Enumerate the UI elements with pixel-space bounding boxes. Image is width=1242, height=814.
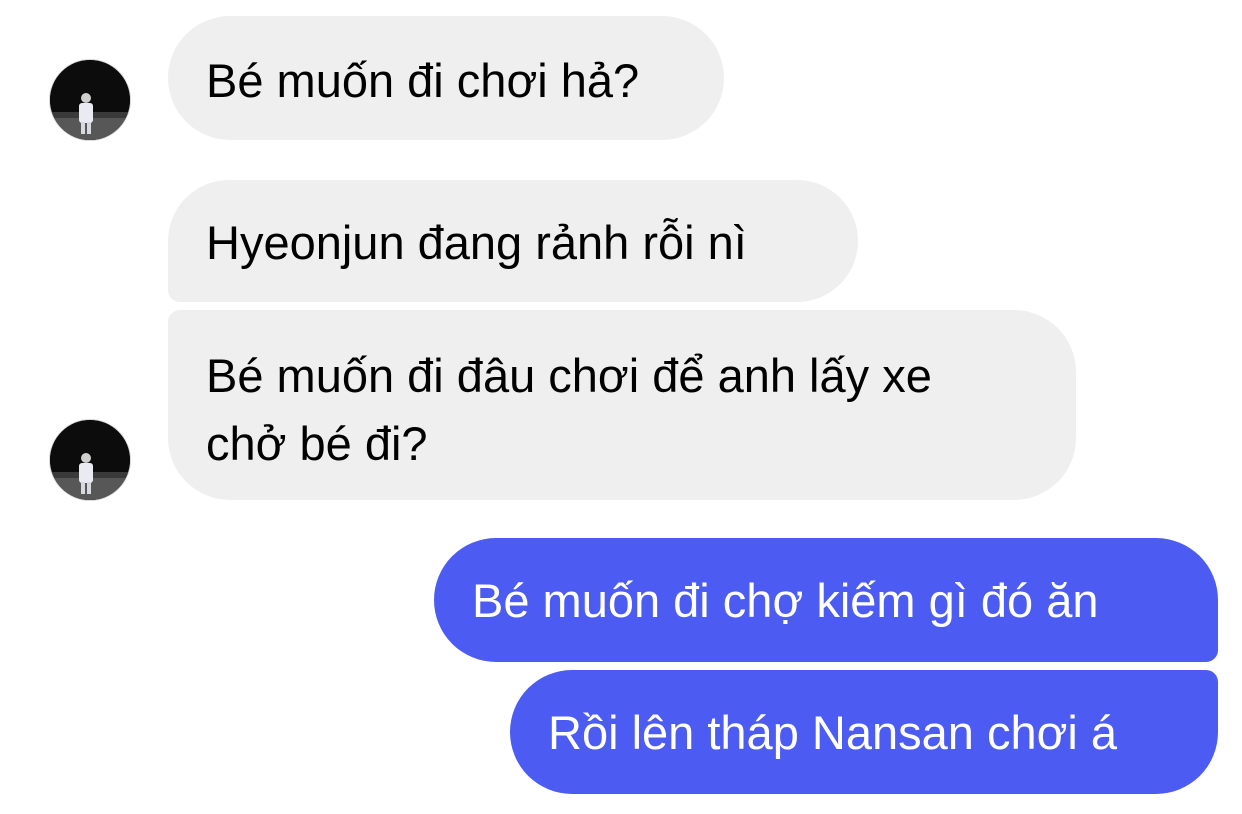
contact-avatar[interactable]	[50, 60, 130, 140]
incoming-message-bubble[interactable]: Bé muốn đi chơi hả?	[168, 16, 724, 140]
contact-avatar[interactable]	[50, 420, 130, 500]
incoming-message-bubble[interactable]: Hyeonjun đang rảnh rỗi nì	[168, 180, 858, 302]
outgoing-message-bubble[interactable]: Rồi lên tháp Nansan chơi á	[510, 670, 1218, 794]
message-text: Bé muốn đi chơi hả?	[206, 54, 640, 107]
chat-thread: Bé muốn đi chơi hả? Hyeonjun đang rảnh r…	[0, 0, 1242, 814]
outgoing-message-bubble[interactable]: Bé muốn đi chợ kiếm gì đó ăn	[434, 538, 1218, 662]
message-text: Rồi lên tháp Nansan chơi á	[548, 706, 1118, 759]
avatar-photo-icon	[50, 60, 130, 140]
incoming-message-bubble[interactable]: Bé muốn đi đâu chơi để anh lấy xe chở bé…	[168, 310, 1076, 500]
message-text: Bé muốn đi chợ kiếm gì đó ăn	[472, 574, 1099, 627]
message-text: Hyeonjun đang rảnh rỗi nì	[206, 216, 747, 269]
avatar-photo-icon	[50, 420, 130, 500]
message-text: Bé muốn đi đâu chơi để anh lấy xe chở bé…	[206, 349, 932, 470]
